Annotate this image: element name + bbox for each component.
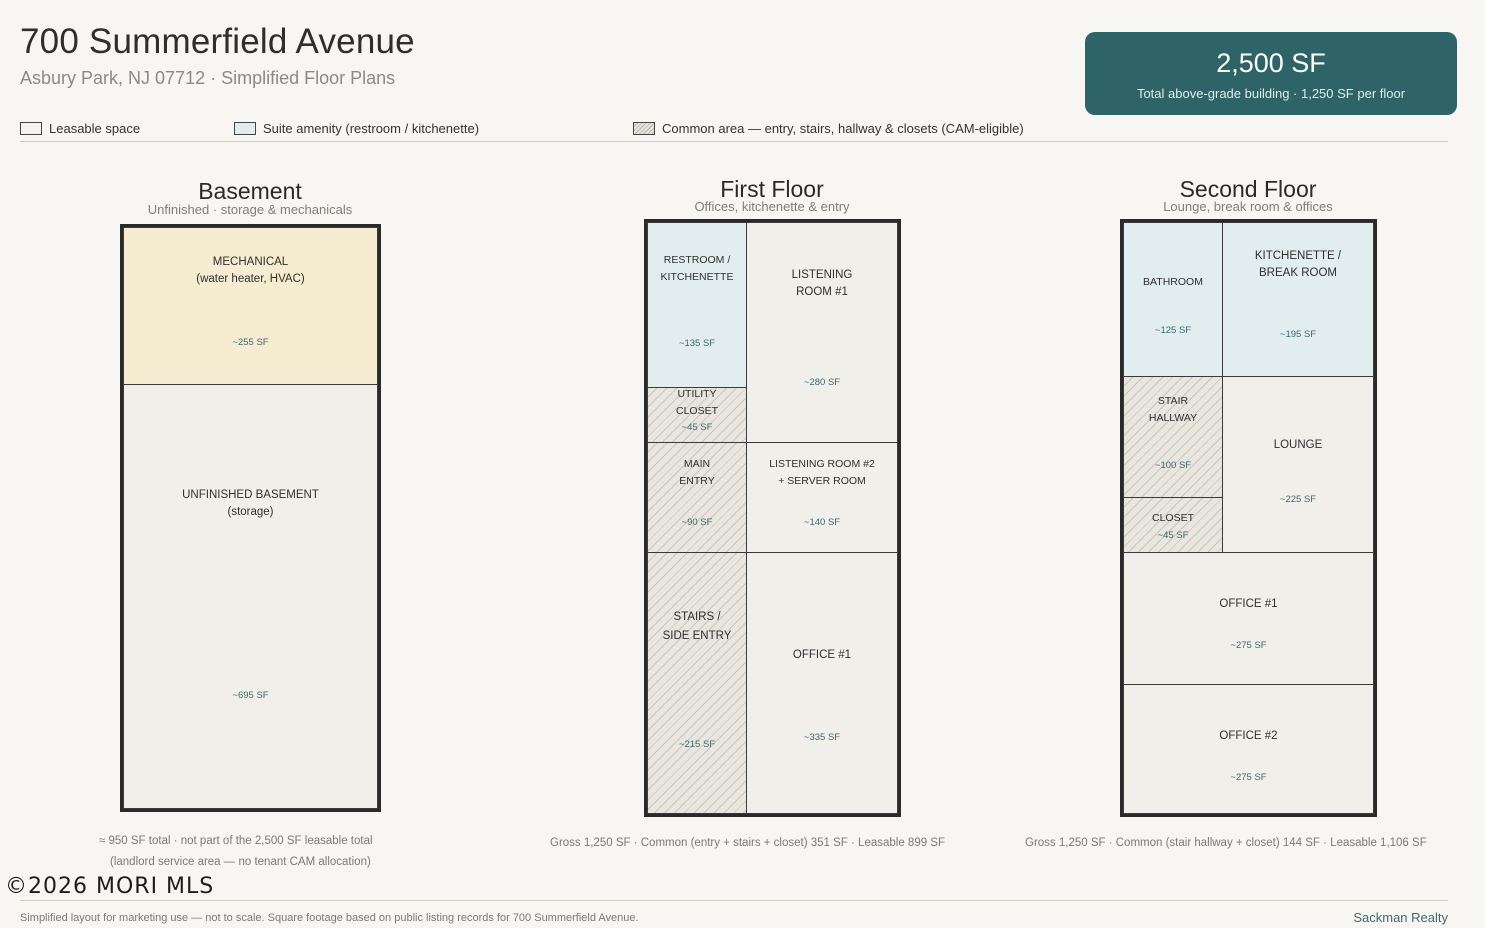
room-sf: ~215 SF [678, 739, 716, 750]
room-label: OFFICE #1 [792, 649, 852, 661]
room-label: MAIN ENTRY [679, 458, 715, 487]
room-label: CLOSET [1151, 512, 1194, 524]
room-office-2: OFFICE #2 ~275 SF [1123, 684, 1374, 814]
common-swatch-icon [633, 122, 655, 135]
room-sf: ~255 SF [232, 337, 269, 348]
second-floor-subtitle: Lounge, break room & offices [1163, 199, 1333, 214]
basement-note-1: ≈ 950 SF total · not part of the 2,500 S… [99, 835, 373, 847]
room-closet: CLOSET ~45 SF [1123, 497, 1223, 553]
basement-title: Basement [198, 178, 302, 204]
room-sf: ~125 SF [1154, 325, 1192, 336]
total-sf-value: 2,500 SF [1216, 48, 1326, 78]
legend-common: Common area — entry, stairs, hallway & c… [633, 121, 1024, 136]
leasable-swatch-icon [20, 122, 42, 135]
room-sf: ~275 SF [1230, 772, 1267, 783]
basement-note-2: (landlord service area — no tenant CAM a… [110, 856, 371, 868]
room-label: OFFICE #1 [1219, 598, 1278, 610]
room-listening-1: LISTENING ROOM #1 ~280 SF [746, 222, 898, 443]
room-main-entry: MAIN ENTRY ~90 SF [647, 442, 747, 553]
room-stairs-side-entry: STAIRS / SIDE ENTRY ~215 SF [647, 552, 747, 814]
first-floor-summary: Gross 1,250 SF · Common (entry + stairs … [550, 837, 945, 849]
room-restroom-kitchenette: RESTROOM / KITCHENETTE ~135 SF [647, 222, 747, 388]
room-mechanical: MECHANICAL (water heater, HVAC) ~255 SF [123, 227, 378, 385]
legend-amenity: Suite amenity (restroom / kitchenette) [234, 121, 479, 136]
room-listening-2: LISTENING ROOM #2 + SERVER ROOM ~140 SF [746, 442, 898, 553]
room-sf: ~280 SF [803, 377, 841, 388]
room-label: UTILITY CLOSET [675, 388, 718, 417]
legend-amenity-label: Suite amenity (restroom / kitchenette) [263, 121, 480, 136]
room-sf: ~90 SF [681, 517, 713, 528]
room-label: RESTROOM / KITCHENETTE [660, 254, 734, 283]
room-stair-hallway: STAIR HALLWAY ~100 SF [1123, 376, 1223, 498]
header-divider [20, 141, 1448, 142]
room-label: BATHROOM [1143, 276, 1203, 288]
room-label: KITCHENETTE / BREAK ROOM [1254, 250, 1342, 279]
room-sf: ~100 SF [1154, 460, 1192, 471]
room-sf: ~275 SF [1230, 640, 1267, 651]
room-sf: ~140 SF [803, 517, 841, 528]
room-label: UNFINISHED BASEMENT (storage) [182, 489, 319, 518]
total-sf-detail: Total above-grade building · 1,250 SF pe… [1136, 86, 1406, 101]
room-label: MECHANICAL (water heater, HVAC) [196, 256, 305, 285]
room-unfinished-basement: UNFINISHED BASEMENT (storage) ~695 SF [123, 384, 378, 809]
room-office-1: OFFICE #1 ~275 SF [1123, 552, 1374, 685]
room-sf: ~195 SF [1279, 329, 1317, 340]
first-floor-plan: RESTROOM / KITCHENETTE ~135 SF LISTENING… [644, 219, 901, 817]
room-label: LOUNGE [1273, 439, 1323, 451]
room-label: LISTENING ROOM #2 + SERVER ROOM [769, 458, 875, 487]
footer-disclaimer: Simplified layout for marketing use — no… [20, 912, 639, 924]
mls-watermark: ©2026 MORI MLS [5, 874, 215, 899]
room-sf: ~45 SF [1157, 530, 1189, 541]
room-sf: ~335 SF [803, 732, 841, 743]
room-kitchenette-break-room: KITCHENETTE / BREAK ROOM ~195 SF [1222, 222, 1374, 377]
room-sf: ~45 SF [681, 422, 713, 433]
room-label: OFFICE #2 [1219, 730, 1278, 742]
legend-common-label: Common area — entry, stairs, hallway & c… [662, 121, 1024, 136]
legend-leasable-label: Leasable space [49, 121, 141, 136]
brand-name: Sackman Realty [1353, 910, 1448, 925]
page-title: 700 Summerfield Avenue [20, 22, 415, 61]
room-label: LISTENING ROOM #1 [791, 269, 853, 298]
room-lounge: LOUNGE ~225 SF [1222, 376, 1374, 553]
second-floor-plan: BATHROOM ~125 SF KITCHENETTE / BREAK ROO… [1120, 219, 1377, 817]
room-sf: ~225 SF [1279, 494, 1317, 505]
room-bathroom: BATHROOM ~125 SF [1123, 222, 1223, 377]
footer-divider [20, 900, 1448, 901]
room-sf: ~695 SF [232, 690, 269, 701]
first-floor-subtitle: Offices, kitchenette & entry [694, 199, 850, 214]
room-label: STAIRS / SIDE ENTRY [662, 611, 732, 642]
second-floor-summary: Gross 1,250 SF · Common (stair hallway +… [1025, 837, 1427, 849]
room-sf: ~135 SF [678, 338, 716, 349]
basement-subtitle: Unfinished · storage & mechanicals [147, 202, 353, 217]
room-label: STAIR HALLWAY [1148, 395, 1198, 424]
legend-leasable: Leasable space [20, 121, 140, 136]
room-utility-closet: UTILITY CLOSET ~45 SF [647, 387, 747, 443]
page-subtitle: Asbury Park, NJ 07712 · Simplified Floor… [20, 68, 396, 88]
amenity-swatch-icon [234, 122, 256, 135]
room-office-1: OFFICE #1 ~335 SF [746, 552, 898, 814]
basement-plan: MECHANICAL (water heater, HVAC) ~255 SF … [120, 224, 381, 812]
total-sf-badge: 2,500 SF Total above-grade building · 1,… [1085, 32, 1457, 115]
